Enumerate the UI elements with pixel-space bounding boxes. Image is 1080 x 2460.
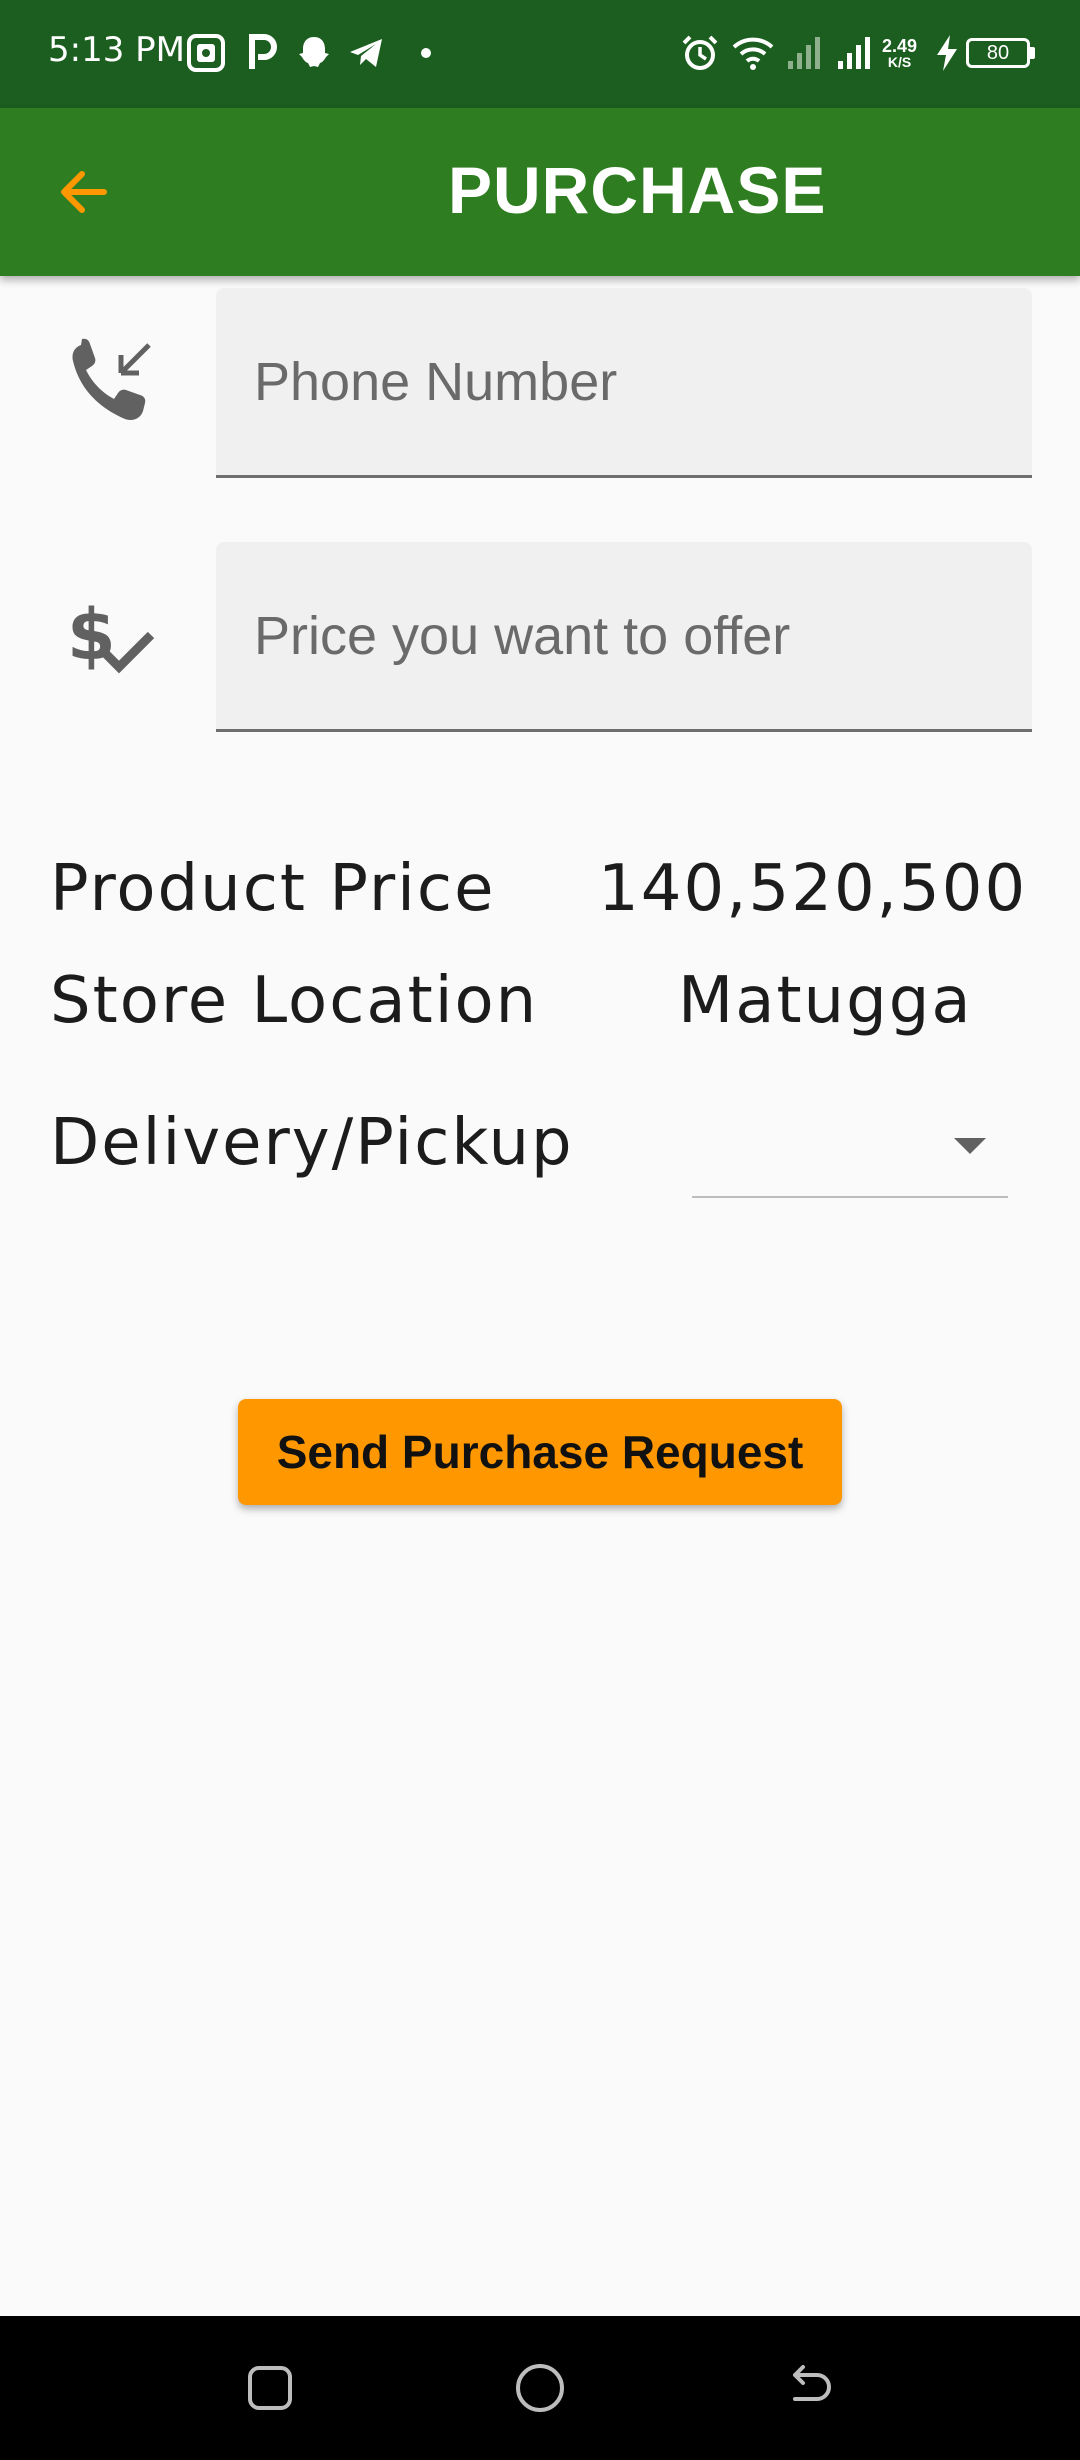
home-button[interactable] <box>500 2348 580 2428</box>
status-time: 5:13 PM <box>48 30 185 70</box>
product-price-label: Product Price <box>50 852 496 926</box>
back-button[interactable] <box>44 152 124 232</box>
battery-level: 80 <box>986 42 1010 64</box>
arrow-left-icon <box>61 171 107 213</box>
telegram-icon <box>346 28 386 78</box>
phone-received-icon <box>56 328 166 438</box>
dot-icon <box>418 28 434 78</box>
product-price-value: 140,520,500 <box>598 852 1028 926</box>
snapchat-icon <box>294 28 334 78</box>
delivery-pickup-label: Delivery/Pickup <box>50 1106 574 1180</box>
p-icon <box>246 28 278 78</box>
net-speed: 2.49 K/S <box>882 36 918 70</box>
phone-number-field[interactable] <box>216 288 1032 478</box>
recent-apps-icon <box>248 2366 292 2410</box>
back-icon <box>793 2365 831 2401</box>
store-location-label: Store Location <box>50 964 539 1038</box>
price-offer-input[interactable] <box>252 542 1016 730</box>
signal-icon-2 <box>836 28 872 78</box>
signal-icon-1 <box>786 28 822 78</box>
store-location-value: Matugga <box>678 964 973 1038</box>
price-offer-field[interactable] <box>216 542 1032 732</box>
phone-number-input[interactable] <box>252 288 1016 476</box>
charging-icon <box>934 28 960 78</box>
battery-icon: 80 <box>966 28 1035 78</box>
svg-text:$: $ <box>67 594 116 676</box>
home-icon <box>516 2364 564 2412</box>
system-nav-bar <box>0 2316 1080 2460</box>
alarm-icon <box>680 28 720 78</box>
delivery-pickup-dropdown[interactable] <box>692 1090 1008 1198</box>
send-purchase-request-button[interactable]: Send Purchase Request <box>238 1399 842 1505</box>
back-nav-button[interactable] <box>770 2348 850 2428</box>
status-bar: 5:13 PM 2.49 K/S 80 <box>0 0 1080 108</box>
wifi-icon <box>730 28 776 78</box>
price-check-icon: $ <box>56 584 166 694</box>
gallery-icon <box>186 28 226 78</box>
app-bar: PURCHASE <box>0 108 1080 276</box>
recent-apps-button[interactable] <box>230 2348 310 2428</box>
chevron-down-icon <box>954 1138 986 1154</box>
